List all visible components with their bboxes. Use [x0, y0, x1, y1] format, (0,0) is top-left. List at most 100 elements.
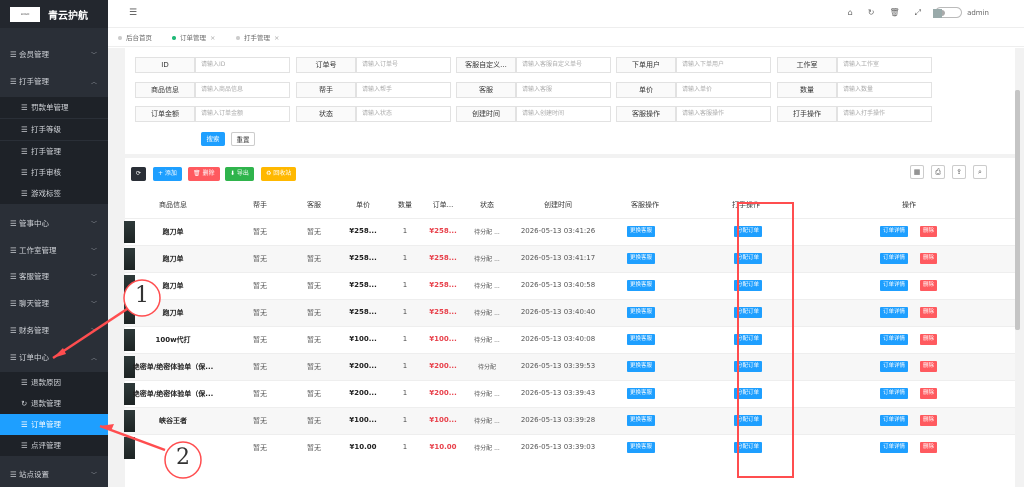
column-header: 单价: [356, 201, 370, 209]
cell-qty: 1: [402, 254, 408, 262]
order-detail-button[interactable]: 订单详情: [880, 307, 909, 318]
filter-input[interactable]: 请输入商品信息: [195, 82, 290, 98]
change-service-button[interactable]: 更换客服: [627, 388, 656, 399]
sidebar-group[interactable]: ☰ 管事中心 ﹀: [0, 210, 108, 236]
sidebar-subitem[interactable]: ☰ 打手管理: [0, 141, 108, 162]
filter-input[interactable]: 请输入客服操作: [676, 106, 771, 122]
order-detail-button[interactable]: 订单详情: [880, 361, 909, 372]
refresh-table-button[interactable]: ⟳: [131, 167, 147, 181]
sidebar-group[interactable]: ☰ 聊天管理 ﹀: [0, 290, 108, 316]
sidebar-group[interactable]: ☰ 打手管理 ︿: [0, 68, 108, 94]
filter-input[interactable]: 请输入ID: [195, 57, 290, 73]
sidebar-group[interactable]: ☰ 订单中心 ︿: [0, 344, 108, 370]
filter-input[interactable]: 请输入工作室: [837, 57, 932, 73]
delete-row-button[interactable]: 删除: [920, 442, 938, 453]
order-detail-button[interactable]: 订单详情: [880, 442, 909, 453]
close-icon[interactable]: ×: [274, 34, 279, 42]
filter-input[interactable]: 请输入单价: [676, 82, 771, 98]
fullscreen-icon[interactable]: ⤢: [915, 8, 921, 18]
user-name[interactable]: admin: [967, 9, 989, 17]
refresh-icon[interactable]: ↻: [868, 8, 875, 17]
sidebar-subitem[interactable]: ☰ 点评管理: [0, 435, 108, 456]
cell-amount: ¥258...: [429, 227, 457, 235]
filter-input[interactable]: 请输入创建时间: [516, 106, 611, 122]
delete-row-button[interactable]: 删除: [920, 226, 938, 237]
delete-row-button[interactable]: 删除: [920, 307, 938, 318]
change-service-button[interactable]: 更换客服: [627, 442, 656, 453]
cell-service: 暂无: [307, 282, 321, 290]
change-service-button[interactable]: 更换客服: [627, 226, 656, 237]
chevron-up-icon: ︿: [90, 78, 97, 86]
scrollbar[interactable]: [1015, 90, 1020, 330]
sidebar-subitem[interactable]: ☰ 订单管理: [0, 414, 108, 435]
tab-1[interactable]: 后台首页: [118, 32, 152, 45]
filter-input[interactable]: 请输入帮手: [356, 82, 451, 98]
menu-toggle-icon[interactable]: ☰: [129, 8, 137, 18]
column-header: 订单...: [432, 201, 454, 209]
order-detail-button[interactable]: 订单详情: [880, 253, 909, 264]
export-icon[interactable]: ⇪: [952, 165, 966, 179]
sidebar-subitem[interactable]: ☰ 罚款单管理: [0, 97, 108, 118]
list-icon: ☰: [10, 218, 17, 228]
filter-input[interactable]: 请输入状态: [356, 106, 451, 122]
close-icon[interactable]: ×: [210, 34, 215, 42]
change-service-button[interactable]: 更换客服: [627, 361, 656, 372]
order-detail-button[interactable]: 订单详情: [880, 415, 909, 426]
sidebar-subitem[interactable]: ☰ 打手等级: [0, 119, 108, 140]
delete-row-button[interactable]: 删除: [920, 280, 938, 291]
product-thumbnail: [124, 221, 135, 243]
search-icon[interactable]: ⌕: [973, 165, 987, 179]
filter-label: 数量: [777, 82, 837, 98]
order-detail-button[interactable]: 订单详情: [880, 388, 909, 399]
order-detail-button[interactable]: 订单详情: [880, 334, 909, 345]
search-button[interactable]: 搜索: [201, 132, 225, 146]
change-service-button[interactable]: 更换客服: [627, 280, 656, 291]
sidebar-subitem[interactable]: ↻ 退款管理: [0, 393, 108, 414]
filter-input[interactable]: 请输入客服自定义单号: [516, 57, 611, 73]
sidebar-subitem[interactable]: ☰ 打手审核: [0, 162, 108, 183]
sidebar-group[interactable]: ☰ 工作室管理 ﹀: [0, 237, 108, 263]
cell-service: 暂无: [307, 417, 321, 425]
cell-qty: 1: [402, 227, 408, 235]
sidebar-group[interactable]: ☰ 会员管理 ﹀: [0, 41, 108, 67]
filter-input[interactable]: 请输入订单号: [356, 57, 451, 73]
reset-button[interactable]: 重置: [231, 132, 255, 146]
cell-helper: 暂无: [253, 444, 267, 452]
list-icon: ☰: [21, 378, 28, 387]
filter-input[interactable]: 请输入打手操作: [837, 106, 932, 122]
sidebar-group[interactable]: ☰ 财务管理 ﹀: [0, 317, 108, 343]
sidebar-group[interactable]: ☰ 客服管理 ﹀: [0, 263, 108, 289]
filter-input[interactable]: 请输入数量: [837, 82, 932, 98]
filter-input[interactable]: 请输入订单金额: [195, 106, 290, 122]
delete-row-button[interactable]: 删除: [920, 253, 938, 264]
delete-row-button[interactable]: 删除: [920, 361, 938, 372]
change-service-button[interactable]: 更换客服: [627, 307, 656, 318]
order-detail-button[interactable]: 订单详情: [880, 226, 909, 237]
sidebar-item-label: 游戏标签: [31, 189, 61, 198]
tab-3[interactable]: 打手管理 ×: [236, 32, 279, 45]
delete-row-button[interactable]: 删除: [920, 415, 938, 426]
sidebar-subitem[interactable]: ☰ 游戏标签: [0, 183, 108, 204]
delete-button[interactable]: 🗑 删除: [188, 167, 220, 181]
delete-row-button[interactable]: 删除: [920, 334, 938, 345]
tab-2[interactable]: 订单管理 ×: [172, 32, 215, 45]
export-button[interactable]: ⬇ 导出: [225, 167, 254, 181]
list-icon: ☰: [10, 76, 17, 86]
trash-icon[interactable]: 🗑: [889, 8, 899, 17]
filter-input[interactable]: 请输入下单用户: [676, 57, 771, 73]
print-icon[interactable]: ⎙: [931, 165, 945, 179]
recycle-bin-button[interactable]: ♻ 回收站: [261, 167, 297, 181]
home-icon[interactable]: ⌂: [848, 8, 853, 17]
chevron-down-icon: ﹀: [90, 220, 97, 228]
sidebar-subitem[interactable]: ☰ 退款原因: [0, 372, 108, 393]
change-service-button[interactable]: 更换客服: [627, 253, 656, 264]
order-detail-button[interactable]: 订单详情: [880, 280, 909, 291]
delete-row-button[interactable]: 删除: [920, 388, 938, 399]
add-button[interactable]: + 添加: [153, 167, 182, 181]
columns-icon[interactable]: ▦: [910, 165, 924, 179]
filter-input[interactable]: 请输入客服: [516, 82, 611, 98]
change-service-button[interactable]: 更换客服: [627, 415, 656, 426]
avatar[interactable]: [933, 9, 942, 18]
change-service-button[interactable]: 更换客服: [627, 334, 656, 345]
sidebar-group[interactable]: ☰ 站点设置 ﹀: [0, 461, 108, 487]
